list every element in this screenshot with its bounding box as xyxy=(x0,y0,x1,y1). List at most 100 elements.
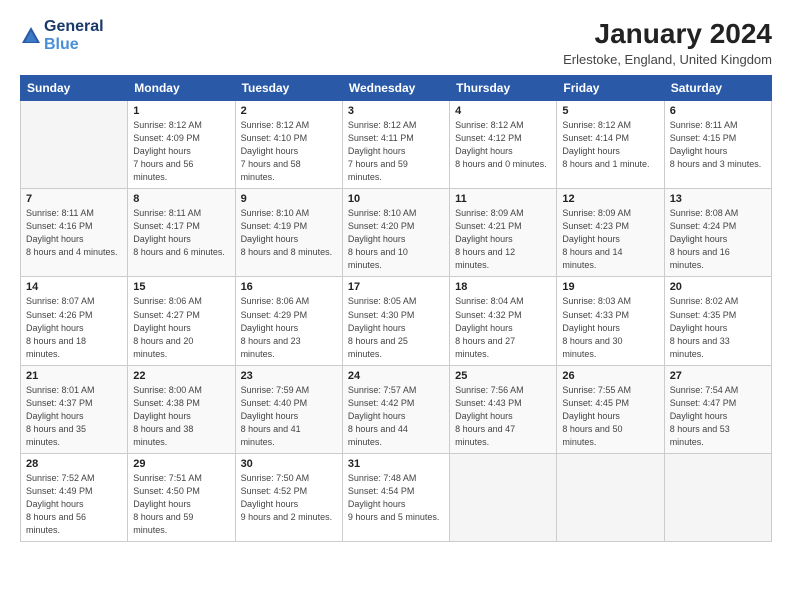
calendar-cell: 20Sunrise: 8:02 AMSunset: 4:35 PMDayligh… xyxy=(664,277,771,365)
day-info: Sunrise: 8:06 AMSunset: 4:27 PMDaylight … xyxy=(133,295,229,360)
calendar-title: January 2024 xyxy=(563,18,772,50)
calendar-week-row: 14Sunrise: 8:07 AMSunset: 4:26 PMDayligh… xyxy=(21,277,772,365)
day-info: Sunrise: 7:52 AMSunset: 4:49 PMDaylight … xyxy=(26,472,122,537)
day-number: 25 xyxy=(455,370,551,382)
day-number: 21 xyxy=(26,370,122,382)
day-number: 29 xyxy=(133,458,229,470)
calendar-cell: 28 Sunrise: 7:52 AMSunset: 4:49 PMDayligh… xyxy=(21,453,128,541)
day-info: Sunrise: 8:12 AMSunset: 4:14 PMDaylight … xyxy=(562,119,658,171)
calendar-cell: 13 Sunrise: 8:08 AMSunset: 4:24 PMDayligh… xyxy=(664,189,771,277)
calendar-cell: 17Sunrise: 8:05 AMSunset: 4:30 PMDayligh… xyxy=(342,277,449,365)
calendar-cell: 29 Sunrise: 7:51 AMSunset: 4:50 PMDayligh… xyxy=(128,453,235,541)
day-info: Sunrise: 7:55 AMSunset: 4:45 PMDaylight … xyxy=(562,384,658,449)
day-number: 6 xyxy=(670,105,766,117)
day-info: Sunrise: 8:11 AMSunset: 4:17 PMDaylight … xyxy=(133,207,229,259)
header-wednesday: Wednesday xyxy=(342,76,449,101)
calendar-cell: 1 Sunrise: 8:12 AMSunset: 4:09 PMDaylight… xyxy=(128,101,235,189)
day-info: Sunrise: 8:02 AMSunset: 4:35 PMDaylight … xyxy=(670,295,766,360)
calendar-cell: 8 Sunrise: 8:11 AMSunset: 4:17 PMDaylight… xyxy=(128,189,235,277)
day-number: 11 xyxy=(455,193,551,205)
day-number: 5 xyxy=(562,105,658,117)
calendar-cell: 30 Sunrise: 7:50 AMSunset: 4:52 PMDayligh… xyxy=(235,453,342,541)
logo-icon xyxy=(20,25,42,47)
day-number: 12 xyxy=(562,193,658,205)
logo: General Blue xyxy=(20,18,104,54)
day-info: Sunrise: 8:08 AMSunset: 4:24 PMDaylight … xyxy=(670,207,766,272)
day-number: 15 xyxy=(133,281,229,293)
calendar-week-row: 1 Sunrise: 8:12 AMSunset: 4:09 PMDaylight… xyxy=(21,101,772,189)
day-number: 2 xyxy=(241,105,337,117)
calendar-cell: 21 Sunrise: 8:01 AMSunset: 4:37 PMDayligh… xyxy=(21,365,128,453)
day-info: Sunrise: 8:12 AMSunset: 4:10 PMDaylight … xyxy=(241,119,337,184)
day-info: Sunrise: 7:51 AMSunset: 4:50 PMDaylight … xyxy=(133,472,229,537)
calendar-cell: 2 Sunrise: 8:12 AMSunset: 4:10 PMDaylight… xyxy=(235,101,342,189)
day-info: Sunrise: 7:50 AMSunset: 4:52 PMDaylight … xyxy=(241,472,337,524)
day-info: Sunrise: 8:11 AMSunset: 4:15 PMDaylight … xyxy=(670,119,766,171)
day-info: Sunrise: 8:03 AMSunset: 4:33 PMDaylight … xyxy=(562,295,658,360)
day-number: 18 xyxy=(455,281,551,293)
day-info: Sunrise: 8:11 AMSunset: 4:16 PMDaylight … xyxy=(26,207,122,259)
header-sunday: Sunday xyxy=(21,76,128,101)
calendar-subtitle: Erlestoke, England, United Kingdom xyxy=(563,52,772,67)
calendar-cell: 5 Sunrise: 8:12 AMSunset: 4:14 PMDaylight… xyxy=(557,101,664,189)
day-info: Sunrise: 7:59 AMSunset: 4:40 PMDaylight … xyxy=(241,384,337,449)
header-monday: Monday xyxy=(128,76,235,101)
calendar-cell: 19 Sunrise: 8:03 AMSunset: 4:33 PMDayligh… xyxy=(557,277,664,365)
header-friday: Friday xyxy=(557,76,664,101)
day-number: 28 xyxy=(26,458,122,470)
calendar-cell xyxy=(21,101,128,189)
calendar-cell xyxy=(557,453,664,541)
calendar-cell: 11 Sunrise: 8:09 AMSunset: 4:21 PMDayligh… xyxy=(450,189,557,277)
day-number: 1 xyxy=(133,105,229,117)
day-info: Sunrise: 8:06 AMSunset: 4:29 PMDaylight … xyxy=(241,295,337,360)
day-number: 10 xyxy=(348,193,444,205)
day-info: Sunrise: 8:10 AMSunset: 4:20 PMDaylight … xyxy=(348,207,444,272)
calendar-table: Sunday Monday Tuesday Wednesday Thursday… xyxy=(20,75,772,542)
day-number: 13 xyxy=(670,193,766,205)
calendar-cell: 16 Sunrise: 8:06 AMSunset: 4:29 PMDayligh… xyxy=(235,277,342,365)
calendar-cell: 27 Sunrise: 7:54 AMSunset: 4:47 PMDayligh… xyxy=(664,365,771,453)
day-info: Sunrise: 8:12 AMSunset: 4:11 PMDaylight … xyxy=(348,119,444,184)
day-info: Sunrise: 7:54 AMSunset: 4:47 PMDaylight … xyxy=(670,384,766,449)
calendar-cell: 6 Sunrise: 8:11 AMSunset: 4:15 PMDaylight… xyxy=(664,101,771,189)
header-thursday: Thursday xyxy=(450,76,557,101)
day-info: Sunrise: 8:01 AMSunset: 4:37 PMDaylight … xyxy=(26,384,122,449)
day-number: 23 xyxy=(241,370,337,382)
day-info: Sunrise: 7:57 AMSunset: 4:42 PMDaylight … xyxy=(348,384,444,449)
calendar-cell: 22 Sunrise: 8:00 AMSunset: 4:38 PMDayligh… xyxy=(128,365,235,453)
day-info: Sunrise: 8:09 AMSunset: 4:23 PMDaylight … xyxy=(562,207,658,272)
calendar-cell: 31Sunrise: 7:48 AMSunset: 4:54 PMDayligh… xyxy=(342,453,449,541)
day-number: 30 xyxy=(241,458,337,470)
day-number: 22 xyxy=(133,370,229,382)
header-tuesday: Tuesday xyxy=(235,76,342,101)
day-number: 7 xyxy=(26,193,122,205)
calendar-cell: 4Sunrise: 8:12 AMSunset: 4:12 PMDaylight… xyxy=(450,101,557,189)
calendar-cell: 18 Sunrise: 8:04 AMSunset: 4:32 PMDayligh… xyxy=(450,277,557,365)
calendar-cell: 7 Sunrise: 8:11 AMSunset: 4:16 PMDaylight… xyxy=(21,189,128,277)
calendar-cell: 15 Sunrise: 8:06 AMSunset: 4:27 PMDayligh… xyxy=(128,277,235,365)
calendar-cell xyxy=(450,453,557,541)
day-info: Sunrise: 8:04 AMSunset: 4:32 PMDaylight … xyxy=(455,295,551,360)
calendar-cell: 9Sunrise: 8:10 AMSunset: 4:19 PMDaylight… xyxy=(235,189,342,277)
calendar-cell: 26Sunrise: 7:55 AMSunset: 4:45 PMDayligh… xyxy=(557,365,664,453)
weekday-header-row: Sunday Monday Tuesday Wednesday Thursday… xyxy=(21,76,772,101)
day-number: 19 xyxy=(562,281,658,293)
day-number: 16 xyxy=(241,281,337,293)
day-number: 27 xyxy=(670,370,766,382)
day-number: 17 xyxy=(348,281,444,293)
calendar-cell: 25 Sunrise: 7:56 AMSunset: 4:43 PMDayligh… xyxy=(450,365,557,453)
day-number: 4 xyxy=(455,105,551,117)
day-info: Sunrise: 8:12 AMSunset: 4:09 PMDaylight … xyxy=(133,119,229,184)
day-info: Sunrise: 7:56 AMSunset: 4:43 PMDaylight … xyxy=(455,384,551,449)
day-number: 31 xyxy=(348,458,444,470)
day-info: Sunrise: 8:09 AMSunset: 4:21 PMDaylight … xyxy=(455,207,551,272)
calendar-cell: 24Sunrise: 7:57 AMSunset: 4:42 PMDayligh… xyxy=(342,365,449,453)
day-number: 8 xyxy=(133,193,229,205)
day-info: Sunrise: 8:10 AMSunset: 4:19 PMDaylight … xyxy=(241,207,337,259)
calendar-cell: 14Sunrise: 8:07 AMSunset: 4:26 PMDayligh… xyxy=(21,277,128,365)
calendar-week-row: 7 Sunrise: 8:11 AMSunset: 4:16 PMDaylight… xyxy=(21,189,772,277)
calendar-header: General Blue January 2024 Erlestoke, Eng… xyxy=(20,18,772,67)
day-info: Sunrise: 8:00 AMSunset: 4:38 PMDaylight … xyxy=(133,384,229,449)
header-saturday: Saturday xyxy=(664,76,771,101)
day-info: Sunrise: 8:07 AMSunset: 4:26 PMDaylight … xyxy=(26,295,122,360)
